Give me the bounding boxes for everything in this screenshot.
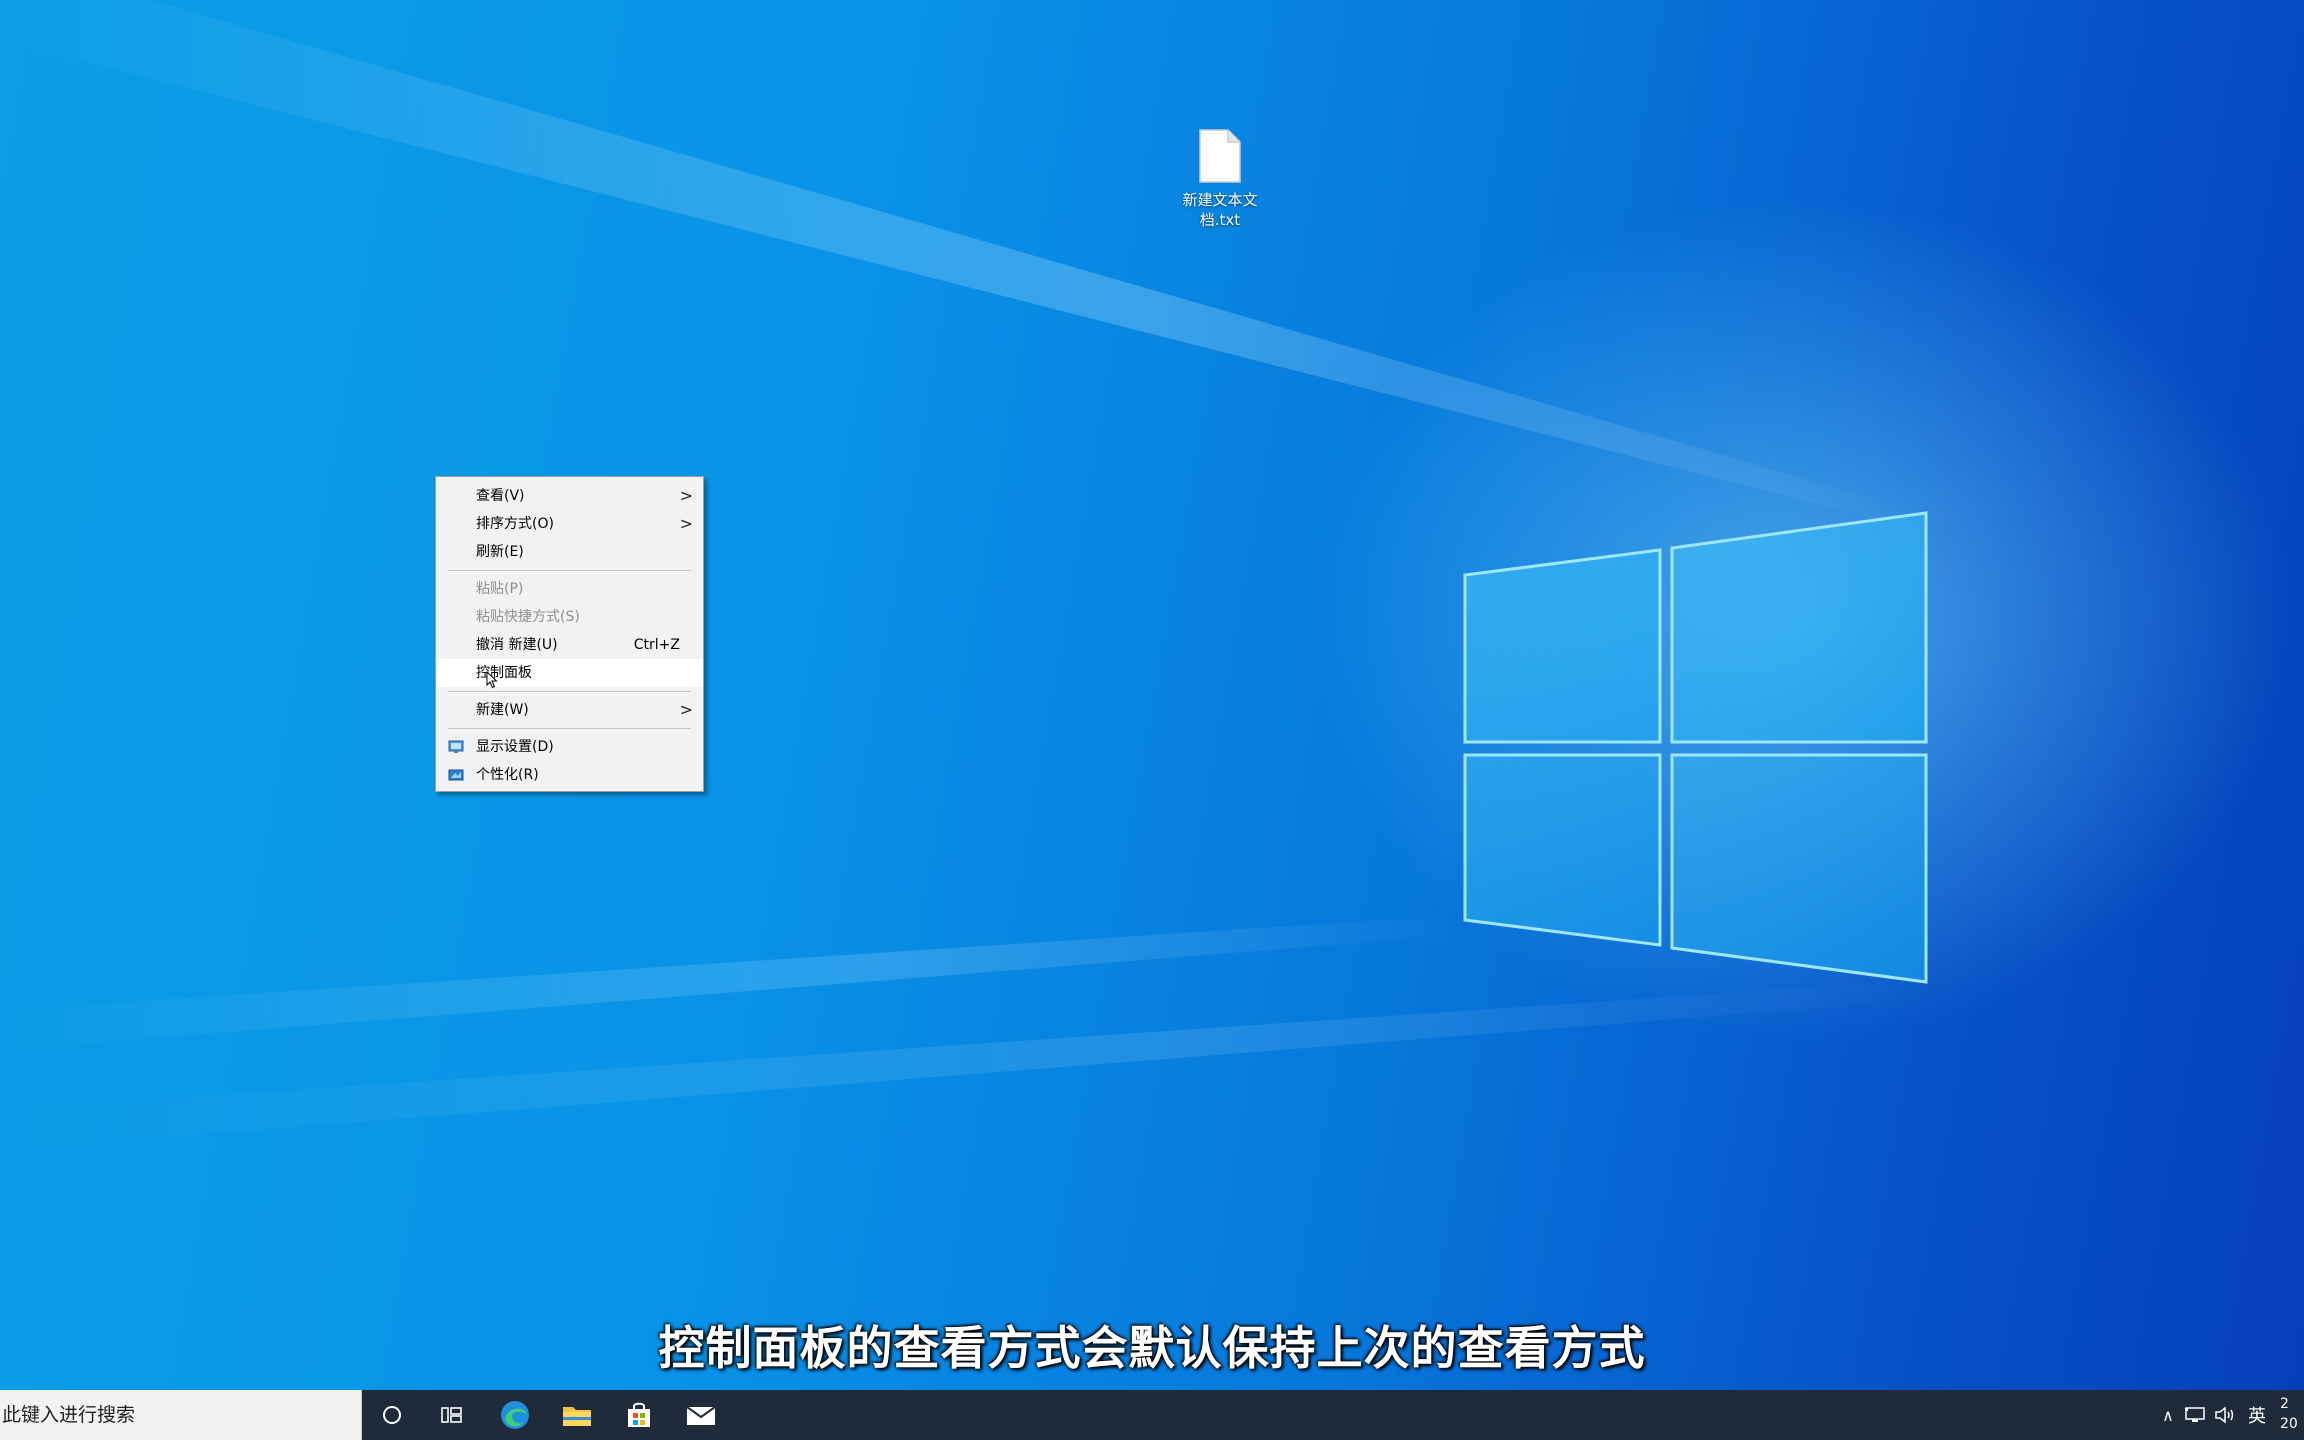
menu-separator — [448, 570, 691, 571]
text-file-icon — [1199, 129, 1241, 183]
video-subtitle: 控制面板的查看方式会默认保持上次的查看方式 — [658, 1321, 1646, 1375]
wallpaper-art — [0, 0, 1928, 1150]
mouse-cursor-icon — [486, 671, 498, 689]
show-hidden-icons-button[interactable]: ∧ — [2156, 1390, 2180, 1440]
cortana-button[interactable] — [362, 1390, 422, 1440]
menu-item-label: 粘贴快捷方式(S) — [476, 609, 580, 625]
menu-item-label: 显示设置(D) — [476, 739, 554, 755]
menu-item-label: 控制面板 — [476, 665, 532, 681]
menu-item-display-settings[interactable]: 显示设置(D) — [436, 733, 703, 761]
desktop-context-menu: 查看(V) > 排序方式(O) > 刷新(E) 粘贴(P) 粘贴快捷方式(S) … — [435, 476, 704, 792]
network-button[interactable] — [2182, 1390, 2208, 1440]
system-clock[interactable]: 2 20 — [2280, 1394, 2304, 1434]
task-view-icon — [441, 1407, 462, 1423]
menu-item-paste-shortcut: 粘贴快捷方式(S) — [436, 603, 703, 631]
file-explorer-icon — [563, 1407, 591, 1426]
clock-time: 2 — [2280, 1396, 2289, 1412]
network-icon — [2185, 1407, 2205, 1422]
personalize-icon — [448, 769, 464, 781]
menu-item-label: 撤消 新建(U) — [476, 637, 558, 653]
edge-button[interactable] — [485, 1390, 545, 1440]
file-explorer-button[interactable] — [547, 1390, 607, 1440]
menu-item-label: 刷新(E) — [476, 544, 524, 560]
menu-item-label: 粘贴(P) — [476, 581, 524, 597]
chevron-right-icon: > — [679, 514, 693, 533]
search-placeholder: 此键入进行搜索 — [2, 1404, 136, 1426]
menu-item-label: 个性化(R) — [476, 767, 539, 783]
display-settings-icon — [448, 740, 464, 753]
menu-item-shortcut: Ctrl+Z — [633, 637, 680, 653]
ime-label: 英 — [2248, 1406, 2266, 1427]
menu-item-refresh[interactable]: 刷新(E) — [436, 538, 703, 566]
chevron-up-icon: ∧ — [2162, 1405, 2174, 1425]
chevron-right-icon: > — [679, 700, 693, 719]
volume-icon — [2215, 1406, 2234, 1424]
menu-item-view[interactable]: 查看(V) > — [436, 482, 703, 510]
menu-separator — [448, 691, 691, 692]
input-method-indicator[interactable]: 英 — [2242, 1390, 2272, 1440]
desktop-icon-label: 新建文本文档.txt — [1182, 191, 1258, 229]
cortana-circle-icon — [383, 1406, 401, 1424]
menu-separator — [448, 728, 691, 729]
menu-item-label: 排序方式(O) — [476, 516, 554, 532]
clock-date: 20 — [2280, 1416, 2298, 1432]
taskbar: 此键入进行搜索 ∧ 英 2 20 — [0, 1390, 2304, 1440]
menu-item-paste: 粘贴(P) — [436, 575, 703, 603]
desktop-background[interactable]: 新建文本文档.txt 查看(V) > 排序方式(O) > 刷新(E) 粘贴(P)… — [0, 0, 2304, 1390]
mail-button[interactable] — [671, 1390, 731, 1440]
mail-icon — [686, 1406, 716, 1425]
edge-icon — [501, 1401, 529, 1429]
menu-item-new[interactable]: 新建(W) > — [436, 696, 703, 724]
volume-button[interactable] — [2212, 1390, 2238, 1440]
menu-item-undo-new[interactable]: 撤消 新建(U) Ctrl+Z — [436, 631, 703, 659]
microsoft-store-button[interactable] — [609, 1390, 669, 1440]
menu-item-sort-by[interactable]: 排序方式(O) > — [436, 510, 703, 538]
menu-item-personalize[interactable]: 个性化(R) — [436, 761, 703, 789]
menu-item-label: 查看(V) — [476, 488, 525, 504]
chevron-right-icon: > — [679, 486, 693, 505]
taskbar-search-box[interactable]: 此键入进行搜索 — [0, 1390, 362, 1440]
menu-item-label: 新建(W) — [476, 702, 529, 718]
microsoft-store-icon — [628, 1402, 650, 1427]
desktop-file-new-text-document[interactable]: 新建文本文档.txt — [1175, 128, 1265, 230]
task-view-button[interactable] — [422, 1390, 482, 1440]
menu-item-control-panel[interactable]: 控制面板 — [436, 659, 703, 689]
